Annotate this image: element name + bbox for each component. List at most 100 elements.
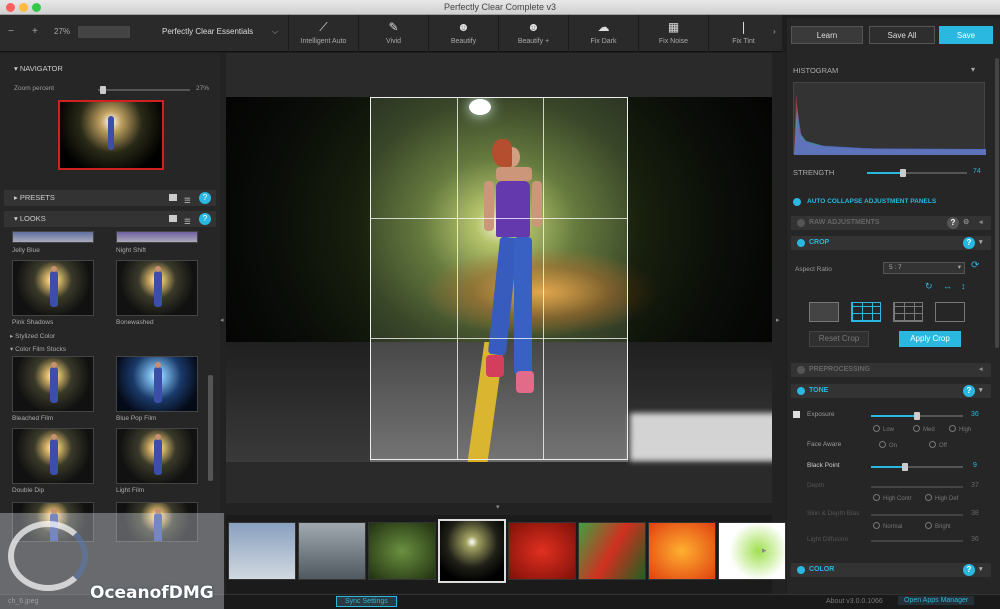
look-thumb[interactable]: [116, 428, 198, 484]
strength-slider[interactable]: [867, 169, 967, 177]
chevron-left-icon[interactable]: ◂: [979, 216, 983, 230]
look-group-color-film[interactable]: ▾ Color Film Stocks: [10, 345, 66, 353]
exposure-med-option[interactable]: Med: [913, 425, 935, 433]
tool-beautify[interactable]: ☻ Beautify: [428, 15, 498, 52]
filmstrip-thumb[interactable]: [648, 522, 716, 580]
black-point-slider[interactable]: [871, 463, 963, 471]
list-view-icon[interactable]: ☰: [184, 193, 191, 209]
grid-thirds-option[interactable]: [851, 302, 881, 322]
look-thumb[interactable]: [12, 356, 94, 412]
open-apps-manager-button[interactable]: Open Apps Manager: [898, 596, 975, 605]
chevron-right-icon[interactable]: ▸: [762, 545, 767, 556]
aspect-ratio-select[interactable]: 5 : 7 ▾: [883, 262, 965, 274]
crop-header[interactable]: CROP? ▾: [791, 236, 991, 250]
help-icon[interactable]: ?: [963, 237, 975, 249]
chevron-down-icon[interactable]: ▾: [979, 384, 983, 398]
auto-collapse-toggle[interactable]: [793, 198, 801, 206]
image-canvas[interactable]: [226, 53, 780, 503]
chevron-right-icon[interactable]: ›: [773, 27, 776, 36]
help-icon[interactable]: ?: [199, 192, 211, 204]
chevron-down-icon[interactable]: ▾: [979, 236, 983, 250]
tool-beautify[interactable]: ☻ Beautify +: [498, 15, 568, 52]
skin-bright-option[interactable]: Bright: [925, 522, 951, 530]
look-thumb[interactable]: [116, 231, 198, 243]
save-button[interactable]: Save: [939, 26, 993, 44]
chevron-down-icon[interactable]: ▾: [979, 563, 983, 577]
grid-none-option[interactable]: [809, 302, 839, 322]
look-group-stylized[interactable]: ▸ Stylized Color: [10, 332, 55, 340]
reset-crop-button[interactable]: Reset Crop: [809, 331, 869, 347]
color-header[interactable]: COLOR? ▾: [791, 563, 991, 577]
look-thumb[interactable]: [116, 356, 198, 412]
help-icon[interactable]: ?: [199, 213, 211, 225]
histogram-chevron-icon[interactable]: ▾: [971, 65, 975, 74]
filmstrip-thumb[interactable]: [438, 519, 506, 583]
tool-fix-tint[interactable]: ❘ Fix Tint: [708, 15, 778, 52]
tool-fix-noise[interactable]: ▦ Fix Noise: [638, 15, 708, 52]
rotate-icon[interactable]: ↻: [925, 281, 933, 292]
tool-intelligent-auto[interactable]: ⟋ Intelligent Auto: [288, 15, 358, 52]
filmstrip-handle[interactable]: ▾: [226, 503, 772, 515]
navigator-header[interactable]: ▾ NAVIGATOR: [4, 61, 216, 77]
face-aware-on-option[interactable]: On: [879, 441, 897, 449]
chevron-left-icon[interactable]: ◂: [979, 363, 983, 377]
list-view-icon[interactable]: ☰: [184, 214, 191, 230]
zoom-out-icon[interactable]: −: [8, 26, 14, 37]
raw-adjustments-header[interactable]: RAW ADJUSTMENTS? ⚙ ◂: [791, 216, 991, 230]
flip-horizontal-icon[interactable]: ↔: [943, 281, 952, 291]
right-panel-scrollbar[interactable]: [995, 58, 999, 348]
presets-header[interactable]: ▸ PRESETS ☰ ?: [4, 190, 216, 206]
navigator-zoom-slider[interactable]: [98, 86, 190, 94]
filmstrip-thumb[interactable]: [578, 522, 646, 580]
view-mode-toggle[interactable]: [78, 26, 130, 38]
exposure-high-option[interactable]: High: [949, 425, 971, 433]
apply-crop-button[interactable]: Apply Crop: [899, 331, 961, 347]
cloud-icon: ☁: [597, 20, 610, 34]
right-collapse-handle[interactable]: ▸: [772, 53, 786, 595]
look-thumb[interactable]: [116, 260, 198, 316]
looks-scrollbar[interactable]: [208, 375, 213, 481]
exposure-low-option[interactable]: Low: [873, 425, 894, 433]
navigator-thumbnail[interactable]: [58, 100, 164, 170]
preset-selector[interactable]: Perfectly Clear Essentials: [162, 27, 253, 36]
depth-high-def-option[interactable]: High Def: [925, 494, 958, 502]
filmstrip-thumb[interactable]: [228, 522, 296, 580]
look-thumb[interactable]: [12, 260, 94, 316]
skin-depth-bias-slider[interactable]: [871, 514, 963, 516]
sync-settings-button[interactable]: Sync Settings: [336, 596, 397, 607]
filmstrip-thumb[interactable]: [718, 522, 786, 580]
light-diffusion-slider[interactable]: [871, 540, 963, 542]
grid-view-icon[interactable]: [169, 215, 177, 222]
crop-frame[interactable]: [370, 97, 628, 460]
looks-header[interactable]: ▾ LOOKS ☰ ?: [4, 211, 216, 227]
filmstrip-thumb[interactable]: [298, 522, 366, 580]
grid-golden-option[interactable]: [935, 302, 965, 322]
filmstrip-thumb[interactable]: [368, 522, 436, 580]
look-thumb[interactable]: [12, 428, 94, 484]
depth-high-contr-option[interactable]: High Contr: [873, 494, 912, 502]
face-aware-off-option[interactable]: Off: [929, 441, 947, 449]
grid-fine-option[interactable]: [893, 302, 923, 322]
crop-rotate-icon[interactable]: ⟳: [971, 260, 979, 271]
gear-icon[interactable]: ⚙: [963, 216, 969, 230]
tool-vivid[interactable]: ✎ Vivid: [358, 15, 428, 52]
grid-view-icon[interactable]: [169, 194, 177, 201]
exposure-slider[interactable]: [871, 412, 963, 420]
tool-fix-dark[interactable]: ☁ Fix Dark: [568, 15, 638, 52]
save-all-button[interactable]: Save All: [869, 26, 935, 44]
help-icon[interactable]: ?: [963, 385, 975, 397]
flip-vertical-icon[interactable]: ↕: [961, 281, 966, 291]
preprocessing-header[interactable]: PREPROCESSING ◂: [791, 363, 991, 377]
help-icon[interactable]: ?: [963, 564, 975, 576]
exposure-checkbox[interactable]: [793, 411, 800, 418]
zoom-in-icon[interactable]: +: [32, 26, 38, 37]
look-thumb[interactable]: [12, 231, 94, 243]
filmstrip-thumb[interactable]: [508, 522, 576, 580]
help-icon[interactable]: ?: [947, 217, 959, 229]
skin-normal-option[interactable]: Normal: [873, 522, 902, 530]
tool-label: Vivid: [385, 38, 402, 45]
tone-header[interactable]: TONE? ▾: [791, 384, 991, 398]
learn-button[interactable]: Learn: [791, 26, 863, 44]
chevron-down-icon[interactable]: ⌵: [272, 27, 278, 37]
depth-slider[interactable]: [871, 486, 963, 488]
